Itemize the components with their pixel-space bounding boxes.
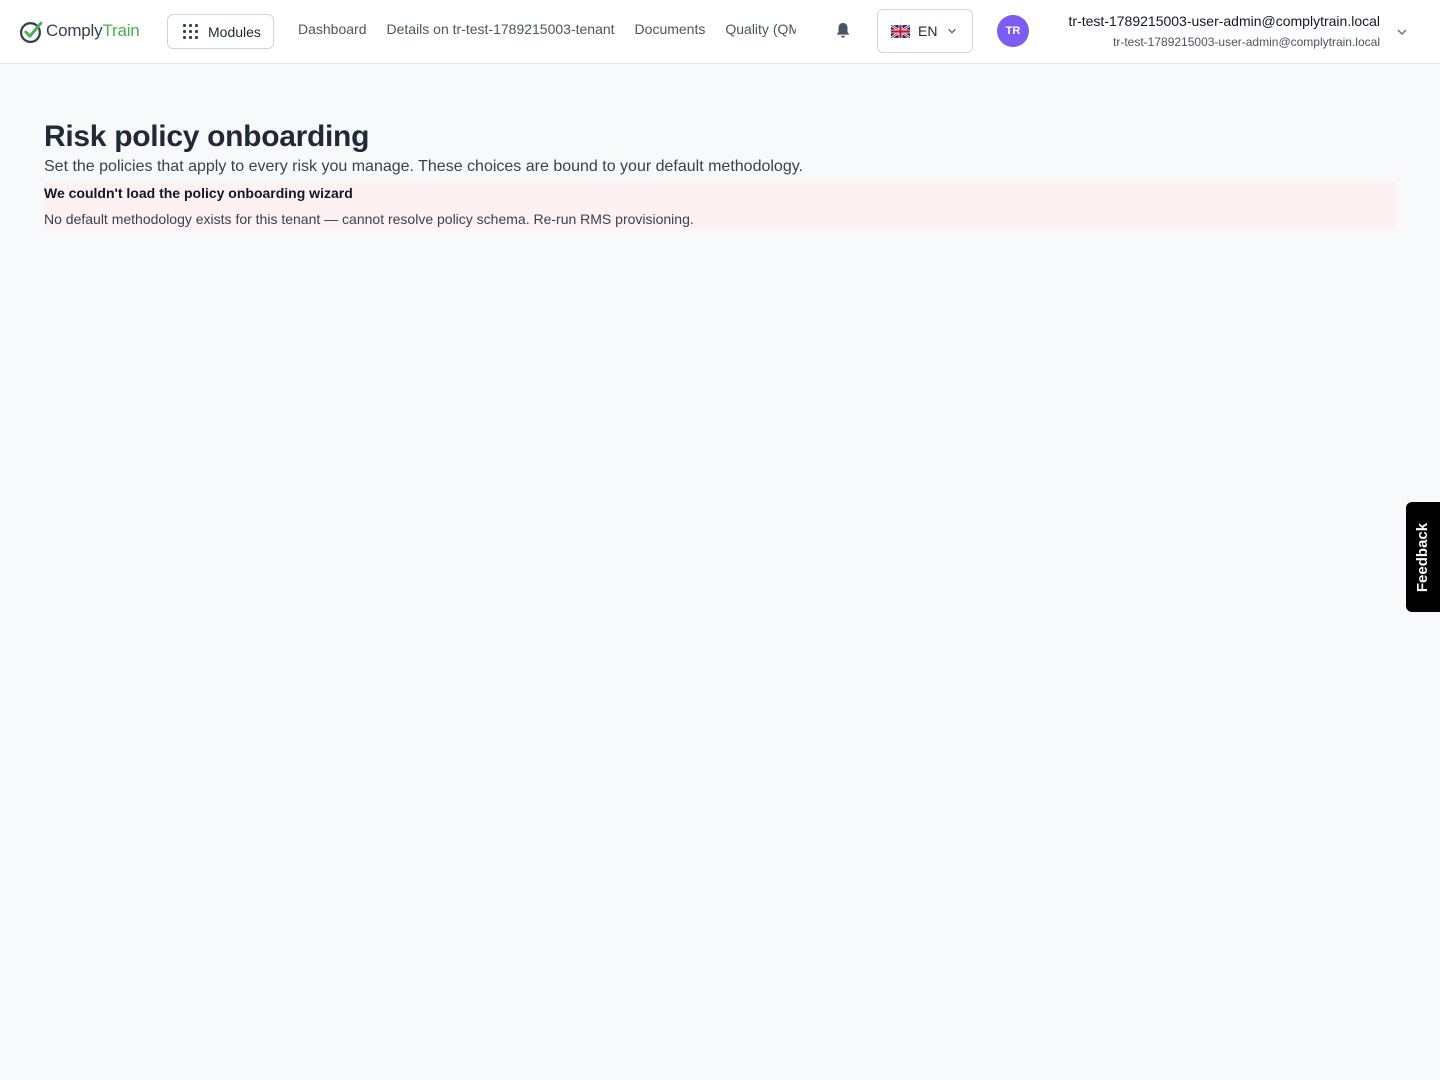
- modules-button[interactable]: Modules: [167, 14, 274, 49]
- page-title: Risk policy onboarding: [44, 120, 370, 153]
- complytrain-logo[interactable]: Comply Train: [19, 17, 140, 45]
- error-title: We couldn't load the policy onboarding w…: [44, 185, 353, 201]
- logo-text-train: Train: [102, 21, 140, 40]
- feedback-label: Feedback: [1414, 522, 1432, 592]
- grid-icon: [183, 24, 198, 39]
- language-selector[interactable]: EN: [877, 9, 973, 53]
- nav-link-dashboard[interactable]: Dashboard: [298, 21, 367, 37]
- top-navigation-bar: Comply Train Modules Dashboard Details on…: [0, 0, 1440, 64]
- error-alert: We couldn't load the policy onboarding w…: [44, 182, 1396, 229]
- modules-button-label: Modules: [208, 23, 261, 40]
- language-code: EN: [918, 23, 938, 39]
- page-subtitle: Set the policies that apply to every ris…: [44, 158, 803, 175]
- logo-text-comply: Comply: [46, 21, 103, 40]
- main-nav: Dashboard Details on tr-test-1789215003-…: [298, 21, 796, 37]
- user-email: tr-test-1789215003-user-admin@complytrai…: [1113, 35, 1380, 49]
- nav-link-quality[interactable]: Quality (QM: [725, 21, 796, 37]
- error-message: No default methodology exists for this t…: [44, 211, 694, 227]
- user-menu-chevron-icon[interactable]: [1396, 26, 1408, 38]
- nav-link-tenant-details[interactable]: Details on tr-test-1789215003-tenant: [387, 21, 615, 37]
- bell-icon[interactable]: [834, 21, 852, 40]
- nav-link-documents[interactable]: Documents: [635, 21, 706, 37]
- check-circle-icon: [19, 21, 43, 43]
- user-name[interactable]: tr-test-1789215003-user-admin@complytrai…: [1069, 13, 1380, 29]
- user-avatar[interactable]: TR: [997, 15, 1029, 47]
- feedback-button[interactable]: Feedback: [1406, 502, 1440, 612]
- uk-flag-icon: [891, 24, 910, 38]
- chevron-down-icon: [948, 28, 957, 34]
